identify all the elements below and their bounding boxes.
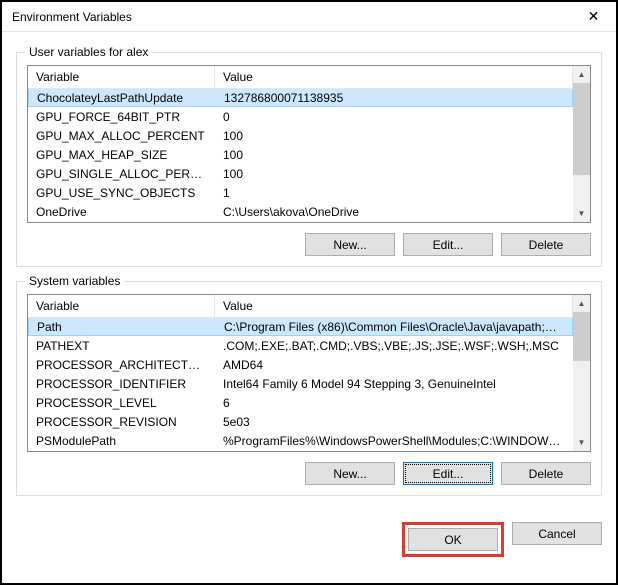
cell-variable: PATHEXT <box>28 338 215 354</box>
system-edit-button[interactable]: Edit... <box>403 462 493 485</box>
cell-value: 100 <box>215 147 573 163</box>
user-col-variable[interactable]: Variable <box>28 66 215 88</box>
cell-variable: PROCESSOR_LEVEL <box>28 395 215 411</box>
ok-button[interactable]: OK <box>408 528 498 551</box>
table-row[interactable]: GPU_USE_SYNC_OBJECTS1 <box>28 183 573 202</box>
user-list-body: Variable Value ChocolateyLastPathUpdate1… <box>28 66 573 222</box>
scroll-thumb[interactable] <box>573 312 590 361</box>
table-row[interactable]: GPU_MAX_ALLOC_PERCENT100 <box>28 126 573 145</box>
user-list-rows: ChocolateyLastPathUpdate1327868000711389… <box>28 89 573 221</box>
user-delete-button[interactable]: Delete <box>501 233 591 256</box>
dialog-footer: OK Cancel <box>2 520 616 567</box>
system-col-value[interactable]: Value <box>215 295 573 317</box>
cell-value: Intel64 Family 6 Model 94 Stepping 3, Ge… <box>215 376 573 392</box>
cell-value: C:\Program Files (x86)\Common Files\Orac… <box>216 319 572 335</box>
system-variables-group: System variables Variable Value PathC:\P… <box>16 281 602 496</box>
cell-value: AMD64 <box>215 357 573 373</box>
cell-value: .COM;.EXE;.BAT;.CMD;.VBS;.VBE;.JS;.JSE;.… <box>215 338 573 354</box>
cell-variable: GPU_FORCE_64BIT_PTR <box>28 109 215 125</box>
scroll-track[interactable] <box>573 312 590 434</box>
table-row[interactable]: PSModulePath%ProgramFiles%\WindowsPowerS… <box>28 431 573 450</box>
system-list-header[interactable]: Variable Value <box>28 295 573 318</box>
scroll-thumb[interactable] <box>573 83 590 175</box>
system-delete-button[interactable]: Delete <box>501 462 591 485</box>
cell-variable: GPU_MAX_ALLOC_PERCENT <box>28 128 215 144</box>
cell-variable: PROCESSOR_IDENTIFIER <box>28 376 215 392</box>
table-row[interactable]: GPU_FORCE_64BIT_PTR0 <box>28 107 573 126</box>
scroll-up-icon[interactable]: ▲ <box>573 66 590 83</box>
user-variables-list[interactable]: Variable Value ChocolateyLastPathUpdate1… <box>27 65 591 223</box>
user-new-button[interactable]: New... <box>305 233 395 256</box>
cell-variable: GPU_SINGLE_ALLOC_PERCE... <box>28 166 215 182</box>
scroll-track[interactable] <box>573 83 590 205</box>
table-row[interactable]: GPU_SINGLE_ALLOC_PERCE...100 <box>28 164 573 183</box>
table-row[interactable]: PROCESSOR_REVISION5e03 <box>28 412 573 431</box>
user-variables-group: User variables for alex Variable Value C… <box>16 52 602 267</box>
cell-value: 100 <box>215 128 573 144</box>
cell-value: 6 <box>215 395 573 411</box>
cell-variable: ChocolateyLastPathUpdate <box>29 90 216 106</box>
scroll-up-icon[interactable]: ▲ <box>573 295 590 312</box>
cell-value: %ProgramFiles%\WindowsPowerShell\Modules… <box>215 433 573 449</box>
system-scrollbar[interactable]: ▲ ▼ <box>573 295 590 451</box>
table-row[interactable]: ChocolateyLastPathUpdate1327868000711389… <box>28 89 573 107</box>
table-row[interactable]: PATHEXT.COM;.EXE;.BAT;.CMD;.VBS;.VBE;.JS… <box>28 336 573 355</box>
table-row[interactable]: PROCESSOR_IDENTIFIERIntel64 Family 6 Mod… <box>28 374 573 393</box>
dialog-content: User variables for alex Variable Value C… <box>2 32 616 520</box>
cell-variable: GPU_MAX_HEAP_SIZE <box>28 147 215 163</box>
cell-variable: OneDrive <box>28 204 215 220</box>
window-title: Environment Variables <box>12 10 571 24</box>
system-variables-list[interactable]: Variable Value PathC:\Program Files (x86… <box>27 294 591 452</box>
system-button-row: New... Edit... Delete <box>27 462 591 485</box>
system-group-label: System variables <box>25 274 124 288</box>
cell-value: C:\Users\akova\OneDrive <box>215 204 573 220</box>
ok-highlight: OK <box>402 522 504 557</box>
cell-value: 5e03 <box>215 414 573 430</box>
system-col-variable[interactable]: Variable <box>28 295 215 317</box>
table-row[interactable]: OneDriveC:\Users\akova\OneDrive <box>28 202 573 221</box>
system-list-rows: PathC:\Program Files (x86)\Common Files\… <box>28 318 573 450</box>
cell-value: 132786800071138935 <box>216 90 572 106</box>
user-scrollbar[interactable]: ▲ ▼ <box>573 66 590 222</box>
cell-value: 0 <box>215 109 573 125</box>
cell-value: 100 <box>215 166 573 182</box>
table-row[interactable]: PROCESSOR_ARCHITECTUREAMD64 <box>28 355 573 374</box>
cell-variable: PSModulePath <box>28 433 215 449</box>
close-button[interactable]: ✕ <box>571 2 616 32</box>
cell-variable: GPU_USE_SYNC_OBJECTS <box>28 185 215 201</box>
table-row[interactable]: PathC:\Program Files (x86)\Common Files\… <box>28 318 573 336</box>
table-row[interactable]: GPU_MAX_HEAP_SIZE100 <box>28 145 573 164</box>
close-icon: ✕ <box>588 8 600 25</box>
user-col-value[interactable]: Value <box>215 66 573 88</box>
cell-variable: PROCESSOR_ARCHITECTURE <box>28 357 215 373</box>
cell-variable: PROCESSOR_REVISION <box>28 414 215 430</box>
user-list-header[interactable]: Variable Value <box>28 66 573 89</box>
scroll-down-icon[interactable]: ▼ <box>573 434 590 451</box>
table-row[interactable]: PROCESSOR_LEVEL6 <box>28 393 573 412</box>
cell-variable: Path <box>29 319 216 335</box>
user-button-row: New... Edit... Delete <box>27 233 591 256</box>
system-new-button[interactable]: New... <box>305 462 395 485</box>
user-group-label: User variables for alex <box>25 45 152 59</box>
cell-value: 1 <box>215 185 573 201</box>
scroll-down-icon[interactable]: ▼ <box>573 205 590 222</box>
user-edit-button[interactable]: Edit... <box>403 233 493 256</box>
titlebar: Environment Variables ✕ <box>2 2 616 32</box>
cancel-button[interactable]: Cancel <box>512 522 602 545</box>
system-list-body: Variable Value PathC:\Program Files (x86… <box>28 295 573 451</box>
